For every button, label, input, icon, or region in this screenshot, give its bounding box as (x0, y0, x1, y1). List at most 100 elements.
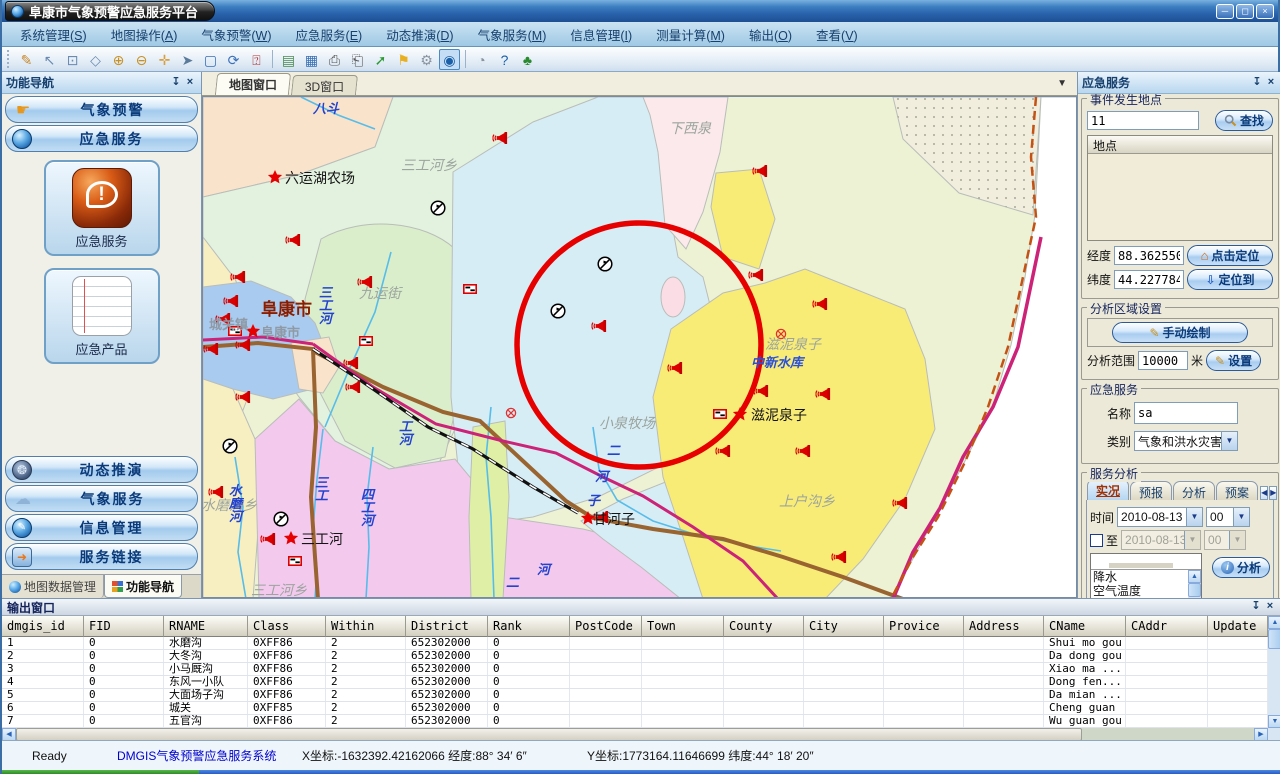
hydro-flag-icon[interactable] (360, 337, 372, 345)
export-map-icon[interactable]: ▦ (301, 49, 322, 70)
close-icon[interactable]: × (183, 76, 197, 90)
hydro-flag-icon[interactable] (289, 557, 301, 565)
menu-item-8[interactable]: 测量计算(M) (644, 22, 737, 47)
output-table[interactable]: dmgis_idFIDRNAMEClassWithinDistrictRankP… (2, 616, 1268, 728)
nav-group-weather-warning[interactable]: ☛气象预警 (5, 96, 198, 123)
column-header-Town[interactable]: Town (642, 616, 724, 637)
full-extent-icon[interactable]: ▢ (200, 49, 221, 70)
emergency-globe-icon[interactable]: ◉ (439, 49, 460, 70)
analysis-tab-实况[interactable]: 实况 (1087, 479, 1129, 500)
chevron-down-icon[interactable]: ▼ (1233, 508, 1249, 526)
manual-draw-button[interactable]: ✎ 手动绘制 (1112, 322, 1248, 343)
column-header-Within[interactable]: Within (326, 616, 406, 637)
date-combo[interactable]: 2010-08-13 ▼ (1117, 507, 1203, 527)
nav-group-dynamic-deduction[interactable]: ❂动态推演 (5, 456, 198, 483)
chevron-down-icon[interactable]: ▼ (1221, 432, 1237, 450)
table-row[interactable]: 30小马厩沟0XFF8626523020000Xiao ma ... (2, 663, 1268, 676)
service-name-input[interactable] (1134, 402, 1238, 424)
map-tab-地图窗口[interactable]: 地图窗口 (215, 73, 291, 95)
hydro-flag-icon[interactable] (714, 410, 726, 418)
lon-input[interactable] (1114, 246, 1184, 265)
tab-scroll-left-icon[interactable]: ◀ (1260, 486, 1268, 500)
analysis-tab-分析[interactable]: 分析 (1173, 481, 1215, 500)
tab-scroll-right-icon[interactable]: ▶ (1269, 486, 1277, 500)
column-header-dmgis_id[interactable]: dmgis_id (2, 616, 84, 637)
print-icon[interactable]: ⎙ (324, 49, 345, 70)
menu-item-10[interactable]: 查看(V) (804, 22, 870, 47)
column-header-RNAME[interactable]: RNAME (164, 616, 248, 637)
restore-button[interactable]: ◻ (1236, 4, 1254, 19)
emergency-product-button[interactable]: 应急产品 (44, 268, 160, 364)
scroll-thumb[interactable] (1188, 583, 1201, 597)
station-marker-icon[interactable] (598, 257, 612, 271)
nav-group-emergency-service[interactable]: 应急服务 (5, 125, 198, 152)
scroll-up-icon[interactable]: ▲ (1268, 616, 1280, 629)
alarm-speaker-icon[interactable] (749, 269, 763, 281)
column-header-District[interactable]: District (406, 616, 488, 637)
scene-icon[interactable]: ♣ (517, 49, 538, 70)
close-button[interactable]: × (1256, 4, 1274, 19)
table-row[interactable]: 10水磨沟0XFF8626523020000Shui mo gou (2, 637, 1268, 650)
location-list-body[interactable] (1088, 154, 1272, 240)
zoom-out-icon[interactable]: ⊖ (131, 49, 152, 70)
station-marker-icon[interactable] (274, 512, 288, 526)
pointer-icon[interactable]: ➤ (177, 49, 198, 70)
draw-arrow-icon[interactable]: ➚ (370, 49, 391, 70)
chevron-down-icon[interactable]: ▼ (1186, 508, 1202, 526)
column-header-Update[interactable]: Update (1208, 616, 1268, 637)
column-header-PostCode[interactable]: PostCode (570, 616, 642, 637)
table-row[interactable]: 40东风一小队0XFF8626523020000Dong fen... (2, 676, 1268, 689)
column-header-City[interactable]: City (804, 616, 884, 637)
column-header-Rank[interactable]: Rank (488, 616, 570, 637)
layers-icon[interactable]: ▤ (278, 49, 299, 70)
column-header-Address[interactable]: Address (964, 616, 1044, 637)
toolbar-grip[interactable] (7, 50, 12, 68)
to-checkbox[interactable] (1090, 534, 1103, 547)
scroll-thumb[interactable] (1268, 629, 1280, 649)
place-marker-icon[interactable]: ⚑ (393, 49, 414, 70)
analyze-button[interactable]: i 分析 (1212, 557, 1270, 578)
left-tab-功能导航[interactable]: 功能导航 (104, 575, 182, 598)
station-marker-icon[interactable] (551, 304, 565, 318)
table-row[interactable]: 50大面场子沟0XFF8626523020000Da mian ... (2, 689, 1268, 702)
help-icon[interactable]: ? (494, 49, 515, 70)
menu-item-9[interactable]: 输出(O) (737, 22, 804, 47)
table-row[interactable]: 20大冬沟0XFF8626523020000Da dong gou (2, 650, 1268, 663)
location-list[interactable]: 地点 (1087, 135, 1273, 241)
close-icon[interactable]: × (1264, 76, 1278, 90)
settings-icon[interactable]: ⚙ (416, 49, 437, 70)
nav-group-weather-service[interactable]: ☁气象服务 (5, 485, 198, 512)
analysis-tab-预案[interactable]: 预案 (1216, 481, 1258, 500)
minimize-button[interactable]: ─ (1216, 4, 1234, 19)
hour-combo[interactable]: 00 ▼ (1206, 507, 1250, 527)
element-item[interactable]: 空气温度 (1093, 584, 1188, 598)
column-header-County[interactable]: County (724, 616, 804, 637)
lat-input[interactable] (1114, 270, 1184, 289)
pin-icon[interactable]: ↧ (1250, 76, 1264, 90)
element-list-scrollbar[interactable]: ▲ (1188, 570, 1201, 598)
column-header-CAddr[interactable]: CAddr (1126, 616, 1208, 637)
visibility-icon[interactable]: ◔ (471, 49, 492, 70)
menu-item-2[interactable]: 地图操作(A) (99, 22, 190, 47)
service-type-combo[interactable]: 气象和洪水灾害 ▼ (1134, 431, 1238, 451)
location-search-input[interactable] (1087, 111, 1199, 130)
station-marker-icon[interactable] (431, 201, 445, 215)
nav-group-info-management[interactable]: ✎信息管理 (5, 514, 198, 541)
window-list-dropdown-icon[interactable]: ▼ (1057, 78, 1067, 89)
print-preview-icon[interactable]: ⎗ (347, 49, 368, 70)
table-row[interactable]: 70五官沟0XFF8626523020000Wu guan gou (2, 715, 1268, 728)
identify-icon[interactable]: ⍰ (246, 49, 267, 70)
zoom-in-icon[interactable]: ⊕ (108, 49, 129, 70)
range-input[interactable] (1138, 351, 1188, 370)
nav-group-service-link[interactable]: ➜服务链接 (5, 543, 198, 570)
menu-item-3[interactable]: 气象预警(W) (189, 22, 283, 47)
element-list[interactable]: 降水空气温度 ▲ (1090, 553, 1202, 598)
measure-icon[interactable]: ✎ (16, 49, 37, 70)
menu-item-6[interactable]: 气象服务(M) (466, 22, 559, 47)
select-box-icon[interactable]: ⊡ (62, 49, 83, 70)
column-header-Provice[interactable]: Provice (884, 616, 964, 637)
pin-icon[interactable]: ↧ (169, 76, 183, 90)
menu-item-7[interactable]: 信息管理(I) (558, 22, 644, 47)
select-polygon-icon[interactable]: ◇ (85, 49, 106, 70)
close-icon[interactable]: × (1263, 600, 1277, 614)
